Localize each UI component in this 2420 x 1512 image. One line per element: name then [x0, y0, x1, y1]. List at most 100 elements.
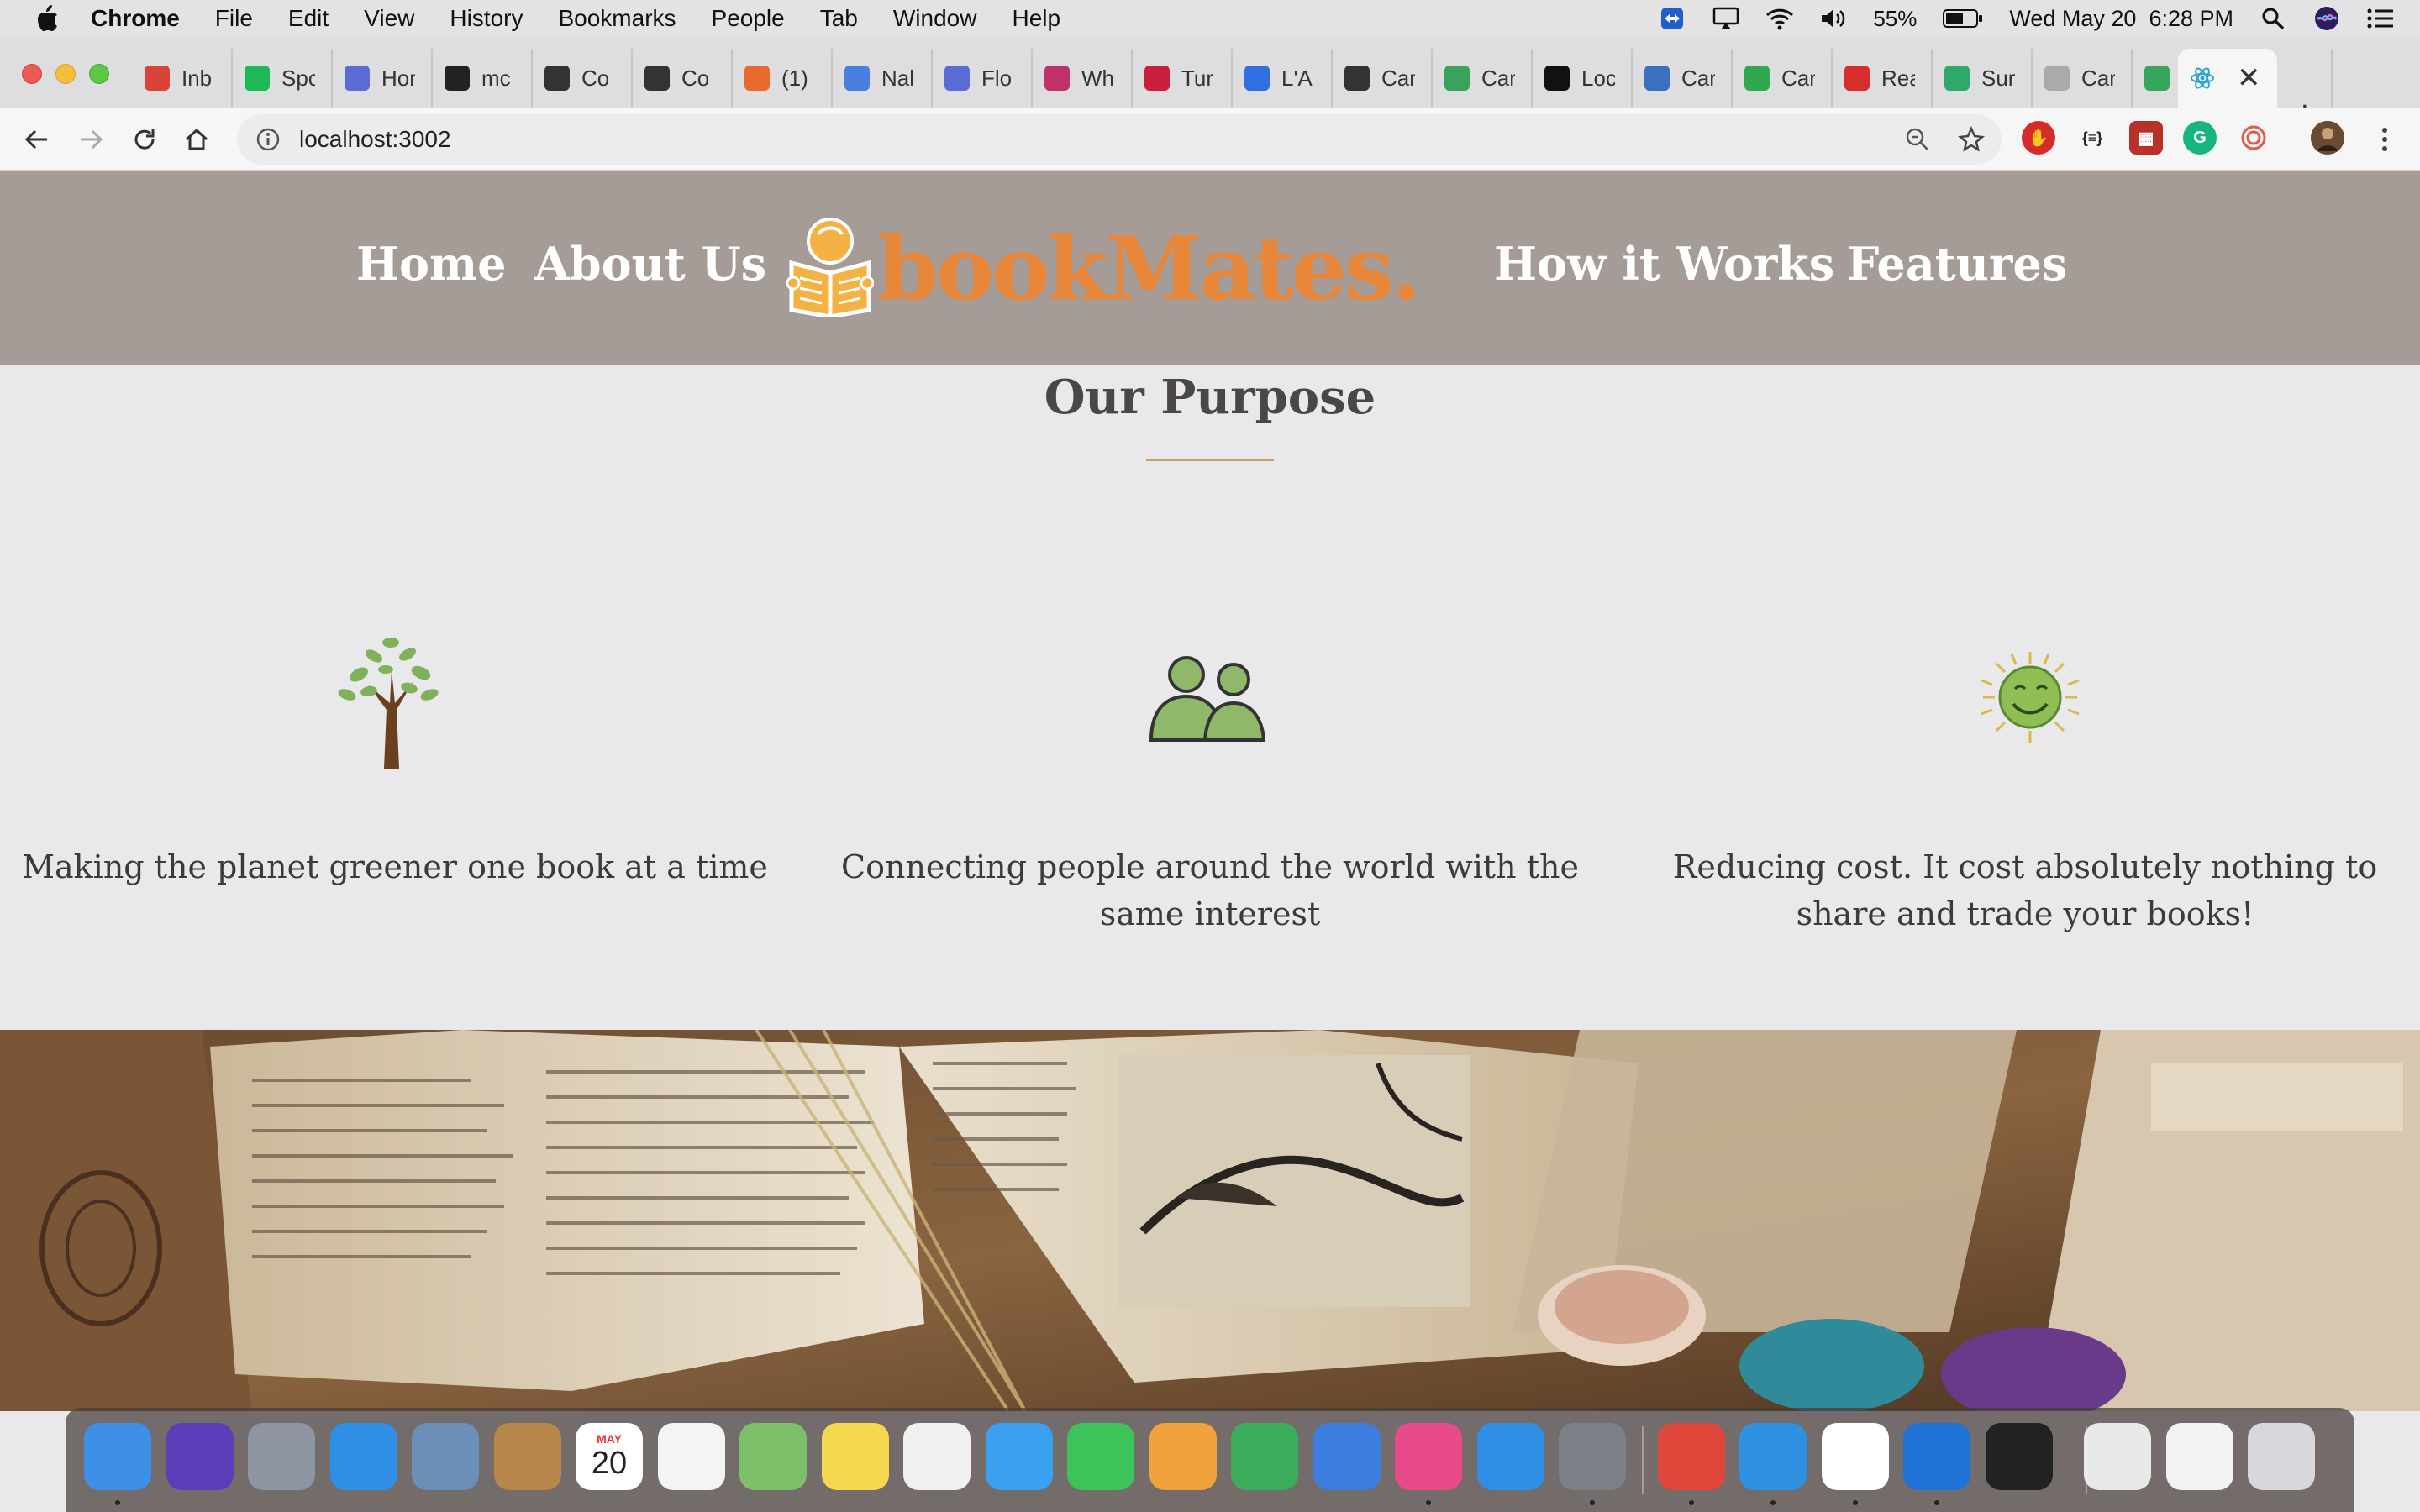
browser-tab[interactable]: Inb [133, 49, 233, 108]
browser-tab[interactable]: Flo [933, 49, 1033, 108]
menu-tab[interactable]: Tab [820, 5, 858, 32]
reload-button[interactable] [128, 123, 161, 156]
browser-tab[interactable]: Nal [833, 49, 933, 108]
safari-icon[interactable] [329, 1423, 397, 1490]
browser-tab-title: Car [1681, 65, 1715, 91]
browser-tab[interactable]: Rea [1833, 49, 1933, 108]
mail-stamp-icon[interactable] [412, 1423, 479, 1490]
browser-tab-title: Car [1481, 65, 1515, 91]
browser-tab[interactable]: Wh [1033, 49, 1133, 108]
maps-icon[interactable] [739, 1423, 807, 1490]
browser-tab[interactable]: Loc [1533, 49, 1633, 108]
menu-view[interactable]: View [364, 5, 414, 32]
codepen-icon [744, 66, 770, 91]
browser-tab[interactable]: Car [2033, 49, 2133, 108]
menu-window[interactable]: Window [893, 5, 977, 32]
bookmark-star-icon[interactable] [1954, 123, 1988, 156]
browser-tab-title: mc [481, 65, 511, 91]
window-minimize-button[interactable] [55, 64, 76, 84]
volume-icon[interactable] [1819, 6, 1848, 31]
menu-people[interactable]: People [712, 5, 785, 32]
chrome-menu-button[interactable] [2368, 123, 2402, 156]
grammarly-extension-icon[interactable]: G [2183, 121, 2217, 155]
teamviewer-icon[interactable] [1903, 1423, 1970, 1490]
browser-tab[interactable]: Co [533, 49, 633, 108]
siri-menubar-icon[interactable] [2312, 6, 2341, 31]
photos-icon[interactable] [903, 1423, 971, 1490]
browser-tab[interactable]: Car [1733, 49, 1833, 108]
profile-avatar[interactable] [2311, 121, 2344, 155]
launchpad-icon[interactable] [248, 1423, 315, 1490]
active-tab[interactable]: ✕ [2178, 49, 2277, 108]
nav-link-features[interactable]: Features [1847, 237, 2067, 291]
airplay-icon[interactable] [1712, 6, 1740, 31]
slack-icon[interactable] [1821, 1423, 1889, 1490]
site-logo[interactable]: bookMates. [786, 213, 1422, 323]
finder-icon[interactable] [84, 1423, 151, 1490]
plus-circle-icon [644, 66, 670, 91]
adblock-extension-icon[interactable]: ✋ [2022, 121, 2055, 155]
notification-center-icon[interactable] [2366, 6, 2395, 31]
menu-help[interactable]: Help [1012, 5, 1060, 32]
chrome-icon[interactable] [1657, 1423, 1725, 1490]
teamviewer-status-icon[interactable] [1658, 6, 1686, 31]
lastpass-extension-icon[interactable] [2237, 121, 2270, 155]
facetime-icon[interactable] [1067, 1423, 1134, 1490]
wifi-icon[interactable] [1765, 6, 1794, 31]
browser-tab[interactable]: Car [1333, 49, 1433, 108]
system-preferences-icon[interactable] [1559, 1423, 1626, 1490]
trash-icon[interactable] [2248, 1423, 2315, 1490]
calendar-icon[interactable]: MAY 20 [576, 1423, 643, 1490]
battery-icon[interactable] [1942, 6, 1984, 31]
nav-link-how-it-works[interactable]: How it Works [1494, 237, 1834, 291]
menu-bookmarks[interactable]: Bookmarks [558, 5, 676, 32]
json-viewer-extension-icon[interactable]: {≡} [2075, 121, 2109, 155]
itunes-icon[interactable] [1395, 1423, 1462, 1490]
browser-tab[interactable]: Spc [233, 49, 333, 108]
window-close-button[interactable] [22, 64, 42, 84]
nav-link-about-us[interactable]: About Us [534, 237, 766, 291]
battery-percentage: 55% [1873, 5, 1918, 31]
menu-edit[interactable]: Edit [288, 5, 329, 32]
browser-tab[interactable]: mc [433, 49, 533, 108]
menu-file[interactable]: File [215, 5, 253, 32]
site-info-icon[interactable] [254, 125, 282, 154]
browser-tab[interactable]: Car [1633, 49, 1733, 108]
browser-tab[interactable]: Sur [1933, 49, 2033, 108]
reminders-icon[interactable] [657, 1423, 725, 1490]
browser-tab[interactable]: (1) [733, 49, 833, 108]
window-zoom-button[interactable] [89, 64, 109, 84]
menubar-clock[interactable]: Wed May 20 6:28 PM [2009, 6, 2233, 32]
spotlight-search-icon[interactable] [2259, 6, 2287, 31]
browser-tab[interactable]: L'A [1233, 49, 1333, 108]
terminal-icon[interactable] [1985, 1423, 2053, 1490]
color-picker-extension-icon[interactable]: ▦ [2129, 121, 2163, 155]
pages-icon[interactable] [1149, 1423, 1217, 1490]
numbers-icon[interactable] [1231, 1423, 1298, 1490]
forward-button[interactable] [74, 123, 108, 156]
back-button[interactable] [20, 123, 54, 156]
browser-tab[interactable]: Car [1433, 49, 1533, 108]
browser-tab-title: Rea [1881, 65, 1915, 91]
messages-icon[interactable] [985, 1423, 1053, 1490]
address-bar[interactable]: localhost:3002 [237, 114, 2002, 165]
browser-tab[interactable]: Co [633, 49, 733, 108]
menu-app-chrome[interactable]: Chrome [91, 5, 180, 32]
browser-tab[interactable]: Hor [333, 49, 433, 108]
avatar-folder-icon[interactable] [2084, 1423, 2151, 1490]
window-thumbnail-icon[interactable] [2165, 1423, 2233, 1490]
menu-history[interactable]: History [450, 5, 523, 32]
close-tab-icon[interactable]: ✕ [2237, 64, 2261, 92]
home-button[interactable] [180, 123, 213, 156]
nav-link-home[interactable]: Home [356, 237, 507, 291]
siri-icon[interactable] [166, 1423, 234, 1490]
app-store-icon[interactable] [1476, 1423, 1544, 1490]
vscode-icon[interactable] [1739, 1423, 1807, 1490]
browser-tab[interactable]: Tur [1133, 49, 1233, 108]
zoom-icon[interactable] [1901, 123, 1934, 156]
kanban-icon [1444, 66, 1470, 91]
notes-icon[interactable] [821, 1423, 889, 1490]
apple-menu-icon[interactable] [32, 3, 62, 34]
keynote-icon[interactable] [1313, 1423, 1381, 1490]
contacts-icon[interactable] [493, 1423, 561, 1490]
